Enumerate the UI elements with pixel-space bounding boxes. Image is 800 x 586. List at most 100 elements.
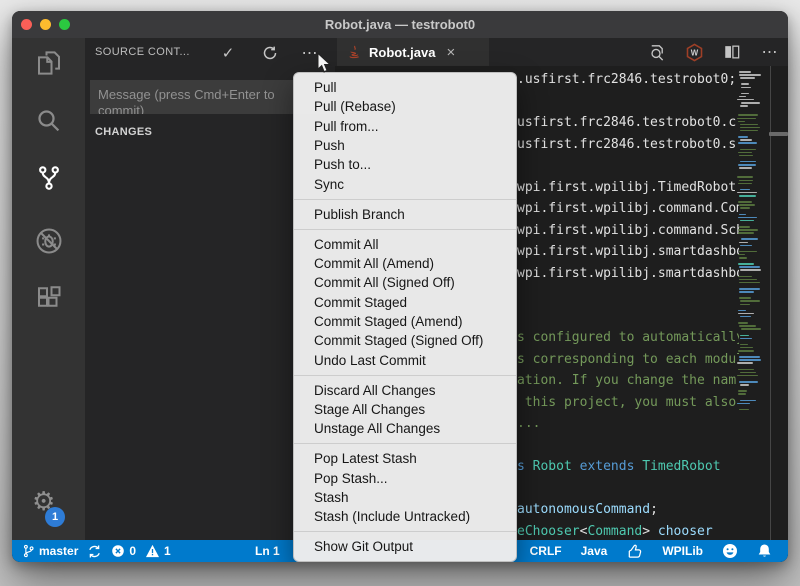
tab-close-icon[interactable]: ×	[446, 44, 455, 61]
refresh-button[interactable]	[258, 41, 282, 65]
line-col-status-item[interactable]: Ln 1	[255, 540, 280, 562]
menu-item-show-git-output[interactable]: Show Git Output	[294, 537, 516, 556]
minimap-line	[738, 164, 756, 166]
minimap-line	[737, 375, 757, 377]
titlebar[interactable]: Robot.java — testrobot0	[12, 11, 788, 38]
menu-item-commit-staged-amend[interactable]: Commit Staged (Amend)	[294, 312, 516, 331]
error-icon	[111, 544, 125, 558]
notifications-bell-icon[interactable]	[757, 543, 772, 559]
menu-item-pull-from[interactable]: Pull from...	[294, 117, 516, 136]
wpilib-status-item[interactable]: WPILib	[662, 544, 703, 558]
minimap-line	[739, 266, 759, 268]
menu-item-commit-all[interactable]: Commit All	[294, 235, 516, 254]
menu-item-pull-rebase[interactable]: Pull (Rebase)	[294, 97, 516, 116]
code-line: autonomousCommand;	[517, 499, 658, 521]
editor-more-actions-button[interactable]: ⋯	[758, 40, 782, 64]
menu-item-stash[interactable]: Stash	[294, 488, 516, 507]
minimap-line	[739, 226, 750, 228]
menu-item-undo-last-commit[interactable]: Undo Last Commit	[294, 350, 516, 369]
minimap-line	[740, 207, 750, 209]
minimap-line	[739, 214, 746, 216]
svg-text:W: W	[690, 48, 698, 57]
sidebar-item-source-control[interactable]	[12, 155, 85, 201]
tab-robot-java[interactable]: Robot.java ×	[337, 38, 489, 66]
ellipsis-icon: ⋯	[762, 42, 779, 62]
menu-separator	[294, 443, 516, 444]
minimap-line	[738, 322, 748, 324]
commit-button[interactable]: ✓	[216, 41, 240, 65]
wpilib-button[interactable]: W	[682, 40, 706, 64]
minimap-line	[739, 71, 750, 73]
minimap-line	[738, 276, 752, 278]
minimap-line	[738, 217, 757, 219]
menu-item-pop-latest-stash[interactable]: Pop Latest Stash	[294, 449, 516, 468]
branch-status-item[interactable]: master	[22, 544, 78, 558]
minimap-line	[739, 288, 760, 290]
minimap-line	[739, 297, 751, 299]
menu-item-discard-all-changes[interactable]: Discard All Changes	[294, 381, 516, 400]
code-line: s configured to automatically	[517, 327, 739, 349]
minimap-line	[739, 74, 761, 76]
menu-item-commit-staged[interactable]: Commit Staged	[294, 293, 516, 312]
minimap-line	[739, 251, 758, 253]
split-editor-button[interactable]	[720, 40, 744, 64]
minimap-line	[740, 220, 753, 222]
scrollbar-thumb[interactable]	[769, 132, 788, 136]
minimap-line	[740, 127, 759, 129]
minimap-line	[739, 242, 749, 244]
minimap-line	[738, 114, 758, 116]
minimap-line	[740, 189, 750, 191]
minimap-line	[740, 300, 760, 302]
minimap-line	[740, 384, 749, 386]
error-count: 0	[129, 544, 136, 558]
menu-item-unstage-all-changes[interactable]: Unstage All Changes	[294, 419, 516, 438]
minimap-line	[738, 142, 757, 144]
sync-status-item[interactable]	[87, 544, 102, 559]
menu-item-commit-all-signed-off[interactable]: Commit All (Signed Off)	[294, 273, 516, 292]
sidebar-item-extensions[interactable]	[12, 276, 85, 322]
eol-status-item[interactable]: CRLF	[530, 544, 562, 558]
menu-item-commit-staged-signed-off[interactable]: Commit Staged (Signed Off)	[294, 331, 516, 350]
menu-item-stage-all-changes[interactable]: Stage All Changes	[294, 400, 516, 419]
changes-section-header[interactable]: CHANGES	[95, 126, 152, 138]
sidebar-item-debug[interactable]	[12, 218, 85, 264]
menu-item-push[interactable]: Push	[294, 136, 516, 155]
window-title: Robot.java — testrobot0	[12, 11, 788, 38]
settings-button[interactable]: ⚙ 1	[12, 482, 85, 538]
minimap-line	[739, 325, 756, 327]
find-in-file-button[interactable]	[644, 40, 668, 64]
minimap-line	[741, 93, 749, 95]
minimap-line	[740, 130, 758, 132]
sidebar-item-explorer[interactable]	[12, 40, 85, 86]
sync-icon	[87, 544, 102, 559]
minimap-line	[737, 99, 754, 101]
smiley-icon[interactable]	[722, 543, 738, 559]
minimap-line	[738, 229, 758, 231]
minimap-line	[740, 161, 756, 163]
menu-item-commit-all-amend[interactable]: Commit All (Amend)	[294, 254, 516, 273]
overview-ruler	[770, 66, 771, 540]
minimap-line	[738, 201, 752, 203]
minimap-line	[738, 369, 754, 371]
warning-icon	[145, 544, 160, 558]
menu-item-push-to[interactable]: Push to...	[294, 155, 516, 174]
problems-status-item[interactable]: 0 1	[111, 544, 170, 558]
menu-item-stash-include-untracked[interactable]: Stash (Include Untracked)	[294, 507, 516, 526]
menu-item-pull[interactable]: Pull	[294, 78, 516, 97]
code-area: .usfirst.frc2846.testrobot0;usfirst.frc2…	[517, 69, 739, 540]
branch-name: master	[39, 544, 78, 558]
menu-item-publish-branch[interactable]: Publish Branch	[294, 205, 516, 224]
feedback-thumb-icon[interactable]	[626, 543, 643, 560]
minimap-line	[740, 124, 758, 126]
sidebar-item-search[interactable]	[12, 98, 85, 144]
minimap-line	[738, 152, 752, 154]
language-status-item[interactable]: Java	[581, 544, 608, 558]
menu-item-sync[interactable]: Sync	[294, 174, 516, 193]
files-icon	[34, 48, 64, 78]
menu-item-pop-stash[interactable]: Pop Stash...	[294, 468, 516, 487]
minimap[interactable]	[737, 71, 763, 471]
minimap-line	[740, 149, 755, 151]
code-line: usfirst.frc2846.testrobot0.c	[517, 112, 736, 134]
code-line: wpi.first.wpilibj.smartdashbo	[517, 263, 739, 285]
minimap-line	[739, 282, 760, 284]
